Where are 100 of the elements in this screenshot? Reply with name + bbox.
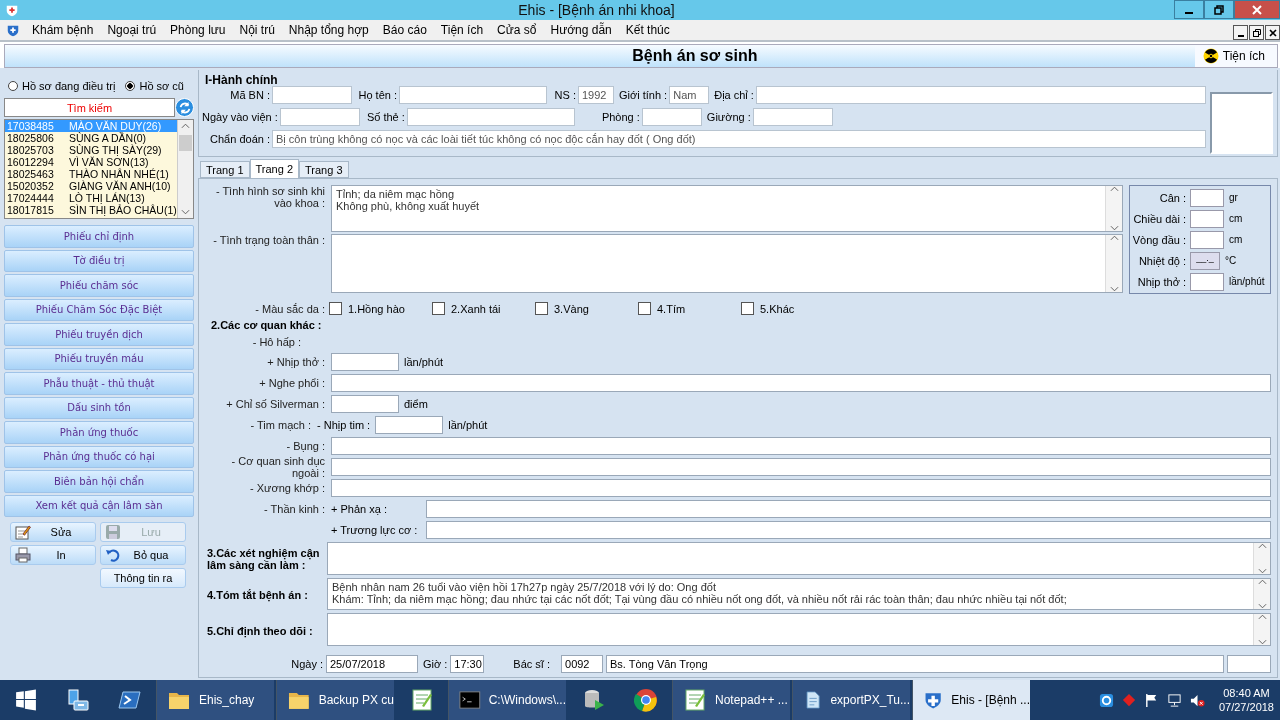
patient-row[interactable]: 18025463 THÀO NHÂN NHÉ(1) [5, 168, 177, 180]
menu-item[interactable]: Ngoại trú [100, 23, 164, 37]
input-field[interactable] [426, 520, 1271, 539]
scroll-up-icon[interactable] [1257, 614, 1267, 621]
minimize-button[interactable] [1233, 25, 1248, 40]
input-field[interactable] [1190, 230, 1224, 249]
scroll-thumb[interactable] [178, 135, 192, 151]
tab[interactable]: Trang 1 [200, 161, 250, 178]
input-field[interactable]: 0092 [561, 655, 603, 674]
action-button[interactable]: Sửa [10, 522, 96, 542]
nav-button[interactable]: Phiếu chỉ định [4, 225, 194, 248]
clock-date[interactable]: 07/27/2018 [1218, 700, 1274, 714]
close-button[interactable] [1265, 25, 1280, 40]
radio-option[interactable]: Hồ sơ đang điều trị [8, 80, 116, 92]
scroll-down-icon[interactable] [1109, 286, 1119, 292]
checkbox[interactable]: 2.Xanh tái [432, 302, 535, 316]
taskbar-button[interactable]: exportPX_Tu... [792, 680, 910, 720]
text-area[interactable]: Tỉnh; da niêm mạc hồng Không phù, không xuất huyết [331, 185, 1123, 232]
utility-button[interactable]: Tiện ích [1194, 45, 1277, 67]
restore-button[interactable] [1204, 0, 1234, 19]
checkbox[interactable]: 3.Vàng [535, 302, 638, 316]
time-field[interactable]: 17:30 [450, 655, 485, 674]
checkbox[interactable]: 4.Tím [638, 302, 741, 316]
input-field[interactable] [755, 86, 1206, 104]
action-button[interactable]: Bỏ qua [100, 545, 186, 565]
scroll-bar[interactable] [1253, 542, 1270, 574]
menu-item[interactable]: Kết thúc [618, 23, 677, 37]
taskbar-button[interactable]: Ehis_chay [156, 680, 274, 720]
diamond-icon[interactable] [1121, 693, 1136, 707]
tab[interactable]: Trang 2 [249, 159, 300, 178]
menu-item[interactable]: Nhập tổng hợp [281, 23, 376, 37]
nav-button[interactable]: Dấu sinh tồn [4, 396, 194, 419]
menu-item[interactable]: Khám bệnh [25, 23, 101, 37]
nav-button[interactable]: Phiếu chăm sóc [4, 274, 194, 297]
input-field[interactable]: 1992 [578, 86, 614, 104]
input-field[interactable] [426, 499, 1271, 518]
nav-button[interactable]: Biên bản hội chẩn [4, 470, 194, 493]
taskbar-button[interactable]: Notepad++ ... [672, 680, 790, 720]
menu-item[interactable]: Báo cáo [375, 23, 434, 37]
search-field[interactable]: Tìm kiếm [4, 98, 175, 117]
text-area[interactable] [327, 541, 1271, 575]
scroll-bar[interactable] [1105, 235, 1122, 292]
input-field[interactable] [331, 436, 1271, 455]
input-field[interactable] [272, 86, 352, 104]
nav-button[interactable]: Phẫu thuật - thủ thuật [4, 372, 194, 395]
nav-button[interactable]: Phản ứng thuốc có hại [4, 445, 194, 468]
scroll-up-icon[interactable] [1109, 186, 1119, 192]
input-field[interactable] [406, 108, 575, 126]
scroll-up-icon[interactable] [180, 123, 190, 129]
restore-button[interactable] [1249, 25, 1264, 40]
scroll-bar[interactable] [176, 120, 193, 218]
patient-row[interactable]: 17024444 LÒ THỊ LÁN(13) [5, 192, 177, 204]
date-field[interactable]: 25/07/2018 [326, 655, 418, 674]
scroll-down-icon[interactable] [180, 209, 190, 215]
input-field[interactable]: Bs. Tòng Văn Trọng [606, 655, 1224, 674]
scroll-down-icon[interactable] [1109, 225, 1119, 231]
input-field[interactable]: __._ [1190, 251, 1220, 270]
input-field[interactable]: Nam [669, 86, 710, 104]
action-button[interactable]: In [10, 545, 96, 565]
text-area[interactable] [331, 234, 1123, 293]
taskbar-button[interactable]: Backup PX cu [276, 680, 394, 720]
input-field[interactable] [375, 415, 444, 434]
patient-row[interactable]: 18025806 SÙNG A DẦN(0) [5, 132, 177, 144]
flag-icon[interactable] [1143, 692, 1159, 708]
text-area[interactable] [327, 613, 1271, 647]
menu-item[interactable]: Hướng dẫn [543, 23, 619, 37]
input-field[interactable] [331, 457, 1271, 476]
patient-row[interactable]: 16012294 VÌ VĂN SƠN(13) [5, 156, 177, 168]
nav-button[interactable]: Tờ điều trị [4, 249, 194, 272]
input-field[interactable] [331, 394, 399, 413]
scroll-up-icon[interactable] [1109, 235, 1119, 241]
menu-item[interactable]: Cửa sổ [490, 23, 544, 37]
action-button[interactable]: Thông tin ra [100, 568, 186, 588]
input-field[interactable] [279, 108, 360, 126]
input-field[interactable] [331, 352, 399, 371]
menu-item[interactable]: Tiện ích [433, 23, 491, 37]
patient-row[interactable]: 18025703 SÙNG THỊ SÀY(29) [5, 144, 177, 156]
input-field[interactable]: Bị côn trùng không có nọc và các loài tiết túc không có nọc độc cắn hay đốt ( Ong đốt) [272, 130, 1206, 148]
input-field[interactable] [1227, 655, 1271, 674]
checkbox[interactable]: 5.Khác [741, 302, 844, 316]
nav-button[interactable]: Xem kết quả cận lâm sàn [4, 494, 194, 517]
scroll-down-icon[interactable] [1257, 603, 1267, 610]
input-field[interactable] [331, 478, 1271, 497]
menu-item[interactable]: Nội trú [232, 23, 282, 37]
scroll-up-icon[interactable] [1257, 578, 1267, 585]
muted-speaker-icon[interactable] [1189, 692, 1205, 708]
scroll-bar[interactable] [1253, 614, 1270, 646]
chat-icon[interactable] [1098, 692, 1114, 708]
clock-time[interactable]: 08:40 AM [1223, 686, 1270, 700]
input-field[interactable] [1190, 188, 1224, 207]
menu-item[interactable]: Phòng lưu [163, 23, 233, 37]
scroll-down-icon[interactable] [1257, 567, 1267, 574]
nav-button[interactable]: Phiếu truyền dịch [4, 323, 194, 346]
input-field[interactable] [399, 86, 547, 104]
scroll-bar[interactable] [1253, 578, 1270, 610]
input-field[interactable] [752, 108, 833, 126]
checkbox[interactable]: 1.Hồng hào [329, 302, 432, 316]
scroll-down-icon[interactable] [1257, 639, 1267, 646]
text-area[interactable]: Bệnh nhân nam 26 tuổi vào viện hồi 17h27p ngày 25/7/2018 với lý do: Ong đốt Khám: Tỉnh; da niêm mạc hồng; đau nhức tại các nốt đốt; Tại vùng đầu có nhiều nốt ong đốt, và nhiều nốt rải rác toàn thân; đau nhức nhiều tại nốt đốt; [327, 577, 1271, 611]
patient-row[interactable]: 15020352 GIÀNG VĂN ANH(10) [5, 180, 177, 192]
